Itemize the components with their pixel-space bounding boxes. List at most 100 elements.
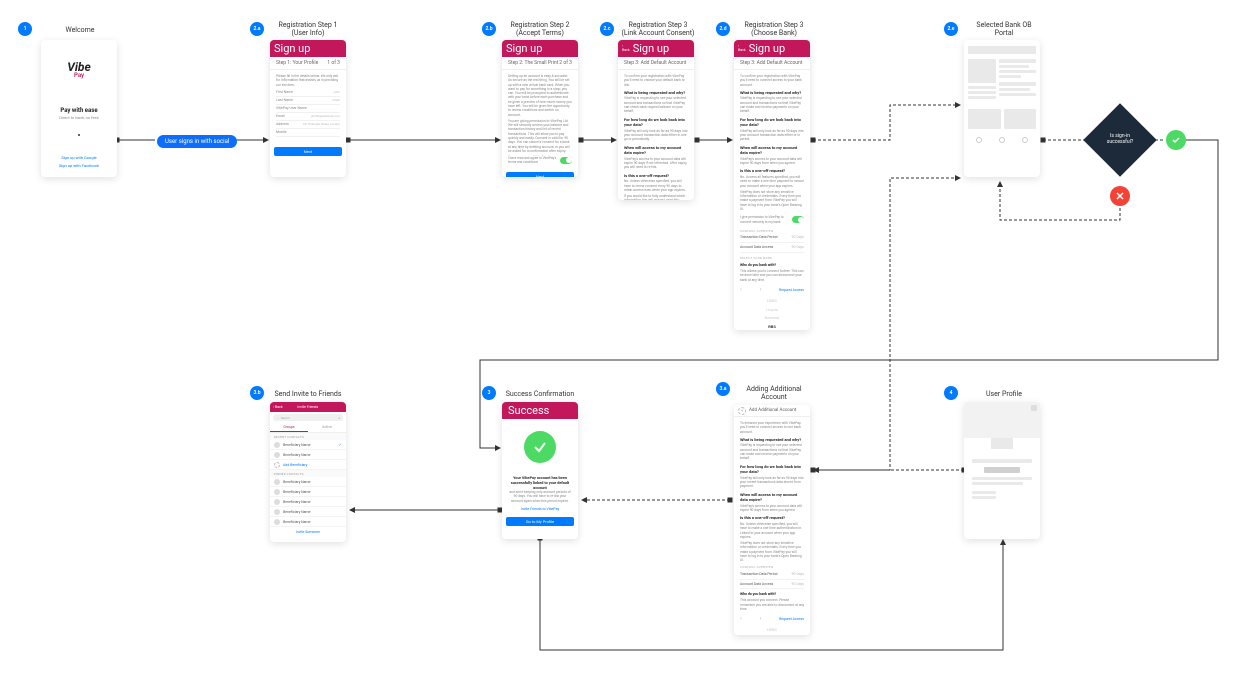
bank-option[interactable]: HSBC <box>740 296 804 305</box>
contact-row[interactable]: Beneficiary Name <box>270 507 346 517</box>
header: Sign up <box>270 40 346 57</box>
request-access-link[interactable]: Request Access <box>779 288 804 293</box>
bank-option[interactable]: RBS <box>740 322 804 330</box>
bank-option[interactable]: Natwest <box>740 314 804 323</box>
title-profile: User Profile <box>967 390 1041 398</box>
contact-row[interactable]: Beneficiary Name <box>270 477 346 487</box>
form-field[interactable]: Mobile <box>276 129 340 137</box>
check-icon <box>524 431 556 463</box>
contact-row[interactable]: Beneficiary Name <box>270 517 346 527</box>
form: Please fill in the details below. We onl… <box>270 70 346 141</box>
invite-link[interactable]: Invite Friends to VibePay <box>508 507 572 511</box>
header: + Add Additional Account <box>734 405 810 417</box>
screen-success: Success Your VibePay account has been su… <box>502 402 578 539</box>
header: Success <box>502 402 578 419</box>
terms-text: Setting up an account is easy & accurate… <box>502 70 578 156</box>
contact-row[interactable]: Beneficiary Name <box>270 450 346 460</box>
bank-option[interactable]: HSBC <box>740 626 804 635</box>
contact-row[interactable]: Beneficiary Name✓ <box>270 440 346 450</box>
control-row: Transaction Data Period90 Days <box>740 233 804 243</box>
intro: To enhance your experience with VibePay,… <box>740 421 804 434</box>
contact-row[interactable]: Beneficiary Name <box>270 487 346 497</box>
screen-welcome: Vibe Pay Pay with ease Direct to bank, n… <box>41 40 117 177</box>
chevron-right-icon[interactable]: › <box>759 615 761 623</box>
subheader: Step 3: Add Default Account <box>618 57 694 70</box>
tab-active[interactable]: Active <box>308 423 346 432</box>
form-field[interactable]: First NameJohn <box>276 89 340 97</box>
accept-toggle[interactable] <box>560 157 572 164</box>
screen-step1: Sign up Step 1: Your Profile1 of 3 Pleas… <box>270 40 346 177</box>
back-icon[interactable]: ‹Back <box>622 45 630 52</box>
header: Sign up <box>502 40 578 57</box>
bank-option[interactable]: Lloyds <box>740 305 804 314</box>
settings-icon[interactable] <box>1031 405 1037 411</box>
screen-step3a: ‹BackSign up Step 3: Add Default Account… <box>618 40 694 200</box>
form-field[interactable]: Last NameSmith <box>276 97 340 105</box>
goto-profile-button[interactable]: Go to My Profile <box>506 517 574 526</box>
signup-google[interactable]: Sign up with Google <box>59 154 99 162</box>
perm-toggle[interactable] <box>792 216 804 223</box>
body: To confirm your registration with VibePa… <box>734 70 810 330</box>
screen-addacct: + Add Additional Account To enhance your… <box>734 405 810 635</box>
back-icon[interactable]: ‹Back <box>738 45 746 52</box>
chevron-right-icon[interactable]: › <box>759 286 761 294</box>
chevron-left-icon[interactable]: ‹ <box>740 286 742 294</box>
select-heading: SELECT YOUR BANK <box>740 256 804 260</box>
subheader: Step 1: Your Profile1 of 3 <box>270 57 346 70</box>
who-sub: This account you connect. Please remembe… <box>740 598 804 611</box>
screen-invite: ‹ Back Invite Friends ⌕ Search ● Groups … <box>270 402 346 542</box>
bank-picker[interactable]: HSBCLloydsNatwestRBSBarclaysHalifax <box>740 296 804 330</box>
intro-text: Please fill in the details below. We onl… <box>276 74 340 87</box>
title-step1: Registration Step 1 (User Info) <box>273 21 343 38</box>
title-addacct: Adding Additional Account <box>737 385 811 402</box>
control-row: Transaction Data Period90 Days <box>740 570 804 580</box>
badge-2e: 2.e <box>944 22 958 36</box>
flow-canvas: 1 Welcome Vibe Pay Pay with ease Direct … <box>0 0 1240 679</box>
signup-facebook[interactable]: Sign up with Facebook <box>59 162 99 170</box>
screen-step3b: ‹BackSign up Step 3: Add Default Account… <box>734 40 810 330</box>
add-beneficiary[interactable]: Add Beneficiary <box>270 460 346 470</box>
control-row: Account Data Access90 Days <box>740 580 804 590</box>
footer1: VibePay does not store any sensitive inf… <box>740 190 804 211</box>
badge-3b: 3.b <box>250 386 264 400</box>
who-sub: This allows you to connect further. This… <box>740 269 804 282</box>
mic-icon[interactable]: ● <box>338 416 340 420</box>
search-input[interactable]: ⌕ Search ● <box>273 414 343 421</box>
badge-1: 1 <box>18 22 32 36</box>
form-field[interactable]: Address101 Example Street, London <box>276 121 340 129</box>
title-invite: Send Invite to Friends <box>273 390 343 398</box>
social-links: Sign up with Google Sign up with Faceboo… <box>59 154 99 170</box>
page-indicator <box>78 134 80 136</box>
next-button[interactable]: Next <box>506 172 574 177</box>
accept-row: I have read and agree to VibePay's terms… <box>502 156 578 166</box>
bank-picker[interactable]: HSBCLloydsNatwestRBSBarclaysHalifax <box>740 626 804 635</box>
chevron-left-icon[interactable]: ‹ <box>740 615 742 623</box>
decision-text: Is sign-in successful? <box>1090 133 1150 145</box>
badge-3a: 3.a <box>716 382 730 396</box>
contact-row[interactable]: Beneficiary Name <box>270 497 346 507</box>
back-button[interactable]: ‹ Back <box>273 405 283 409</box>
header-title: Invite Friends <box>297 405 318 409</box>
title-step3b: Registration Step 3 (Choose Bank) <box>737 21 811 38</box>
success-icon <box>1166 130 1186 150</box>
badge-2c: 2.c <box>600 22 614 36</box>
tagline: Pay with ease <box>60 107 97 114</box>
footer1: If you would like to fully understand wh… <box>624 194 688 200</box>
badge-2b: 2.b <box>482 22 496 36</box>
add-icon: + <box>738 407 746 415</box>
next-button[interactable]: Next <box>274 147 342 156</box>
accept-label: I have read and agree to VibePay's terms… <box>508 156 557 164</box>
bank-option[interactable]: Lloyds <box>740 634 804 635</box>
form-field[interactable]: Emailjsmith@example.com <box>276 113 340 121</box>
title-step2: Registration Step 2 (Accept Terms) <box>505 21 575 38</box>
screen-profile <box>964 402 1040 539</box>
request-access-link[interactable]: Request Access <box>779 617 804 622</box>
tab-groups[interactable]: Groups <box>270 423 308 432</box>
subheader: Step 3: Add Default Account <box>734 57 810 70</box>
consent-body: To confirm your registration with VibePa… <box>618 70 694 200</box>
header: ‹BackSign up <box>618 40 694 57</box>
who-heading: Who do you bank with? <box>740 263 804 268</box>
form-field[interactable]: VibePay User Name <box>276 105 340 113</box>
title-welcome: Welcome <box>45 26 115 34</box>
invite-someone-link[interactable]: Invite Someone <box>270 527 346 537</box>
